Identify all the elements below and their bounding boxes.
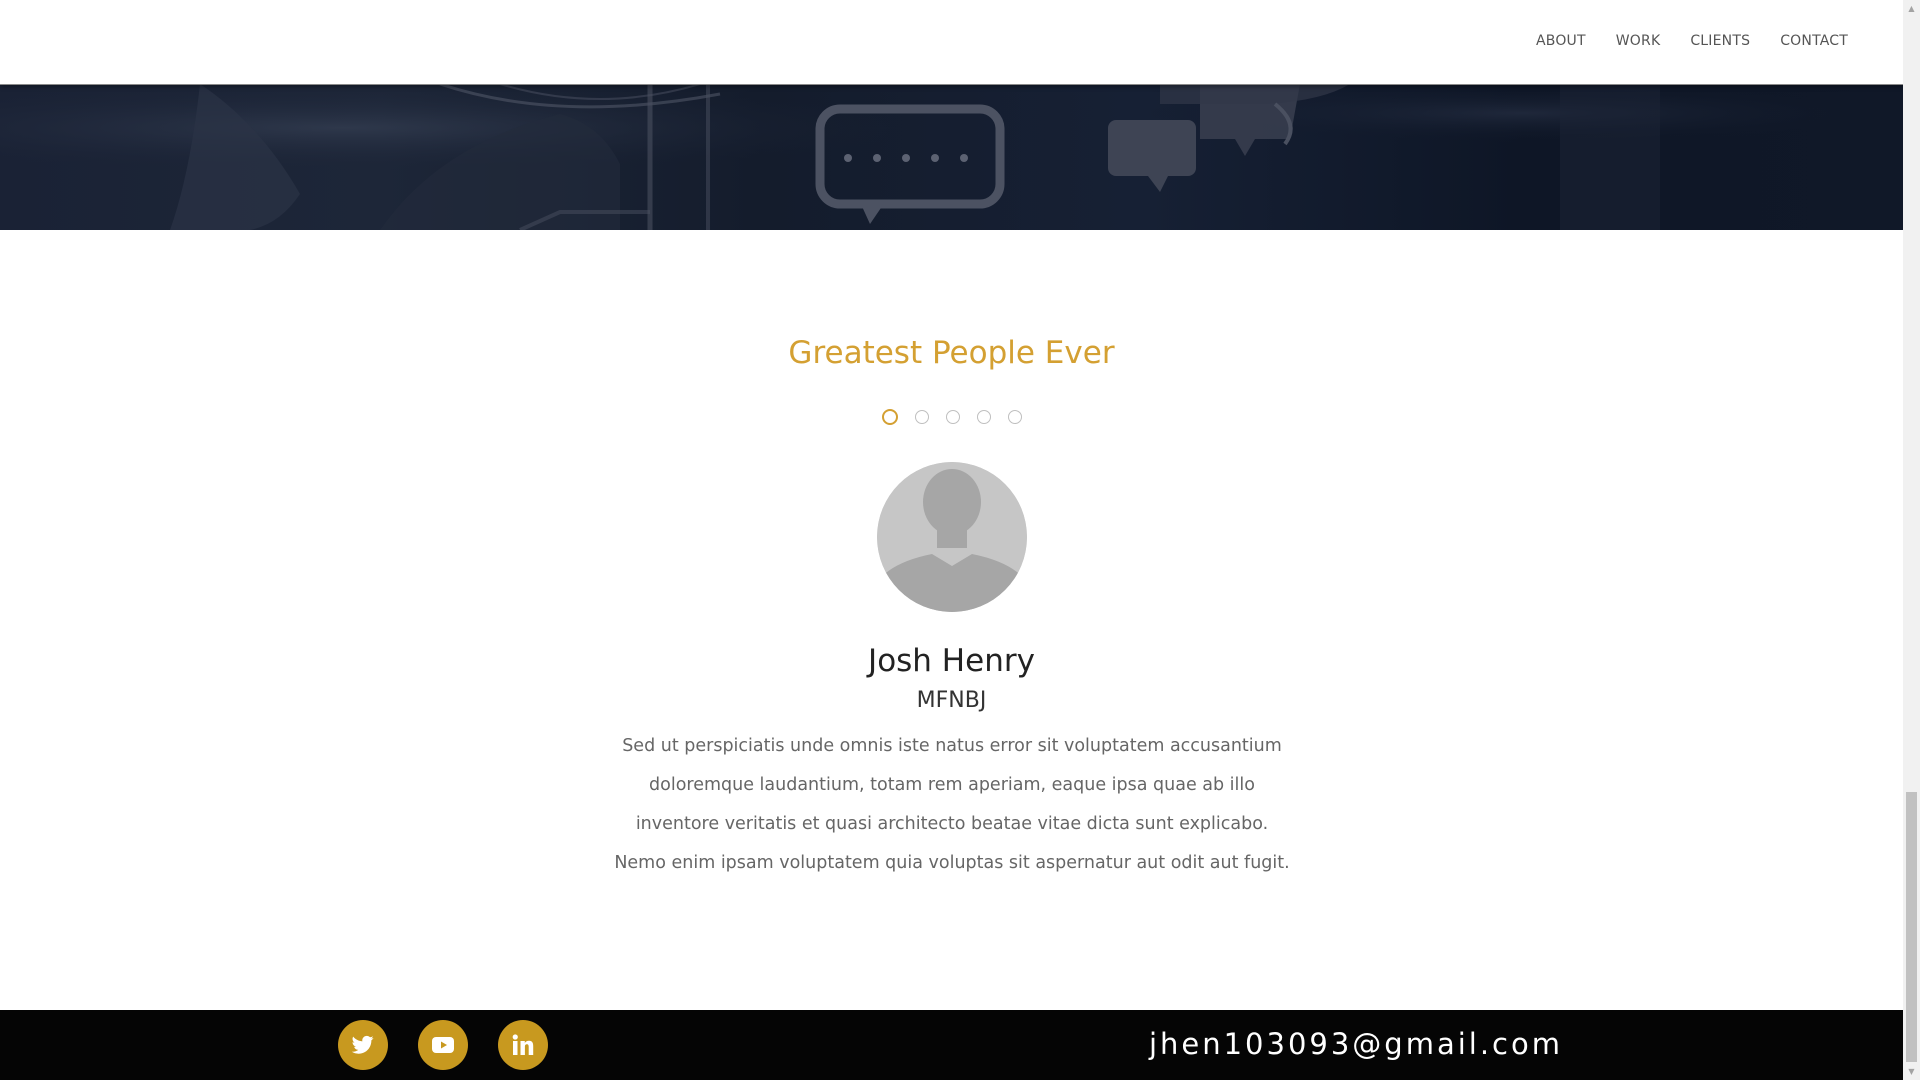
carousel-dot-4[interactable] (976, 410, 991, 424)
youtube-icon (432, 1037, 454, 1053)
social-links (338, 1020, 548, 1070)
vertical-scrollbar[interactable]: ▲ ▼ (1903, 0, 1920, 1080)
nav-link-work[interactable]: WORK (1616, 33, 1661, 49)
twitter-button[interactable] (338, 1020, 388, 1070)
nav-link-about[interactable]: ABOUT (1536, 33, 1586, 49)
user-silhouette-icon (877, 462, 1027, 612)
linkedin-icon (512, 1034, 534, 1055)
avatar (877, 462, 1027, 612)
carousel-dot-5[interactable] (1007, 410, 1022, 424)
nav-menu: ABOUT WORK CLIENTS CONTACT (1536, 33, 1848, 49)
hero-background-image (0, 84, 1903, 230)
linkedin-button[interactable] (498, 1020, 548, 1070)
carousel-pagination (0, 409, 1903, 425)
person-organization: MFNBJ (916, 688, 987, 713)
twitter-icon (352, 1035, 374, 1054)
scrollbar-thumb[interactable] (1906, 792, 1917, 1062)
carousel-dot-2[interactable] (914, 410, 929, 424)
section-title: Greatest People Ever (788, 335, 1115, 371)
contact-email-link[interactable]: jhen103093@gmail.com (1149, 1027, 1563, 1061)
hero-illustration (0, 84, 1903, 230)
nav-link-clients[interactable]: CLIENTS (1690, 33, 1750, 49)
person-name: Josh Henry (868, 643, 1035, 679)
page: ABOUT WORK CLIENTS CONTACT Greatest Peop… (0, 0, 1920, 1080)
footer: jhen103093@gmail.com (0, 1010, 1903, 1080)
scroll-down-arrow-icon[interactable]: ▼ (1903, 1063, 1920, 1080)
carousel-dot-1[interactable] (881, 409, 898, 425)
top-navbar: ABOUT WORK CLIENTS CONTACT (0, 0, 1903, 85)
main-content: ABOUT WORK CLIENTS CONTACT Greatest Peop… (0, 0, 1903, 1080)
youtube-button[interactable] (418, 1020, 468, 1070)
testimonial-quote: Sed ut perspiciatis unde omnis iste natu… (614, 736, 1290, 873)
nav-link-contact[interactable]: CONTACT (1780, 33, 1848, 49)
scroll-up-arrow-icon[interactable]: ▲ (1903, 0, 1920, 17)
carousel-dot-3[interactable] (945, 410, 960, 424)
